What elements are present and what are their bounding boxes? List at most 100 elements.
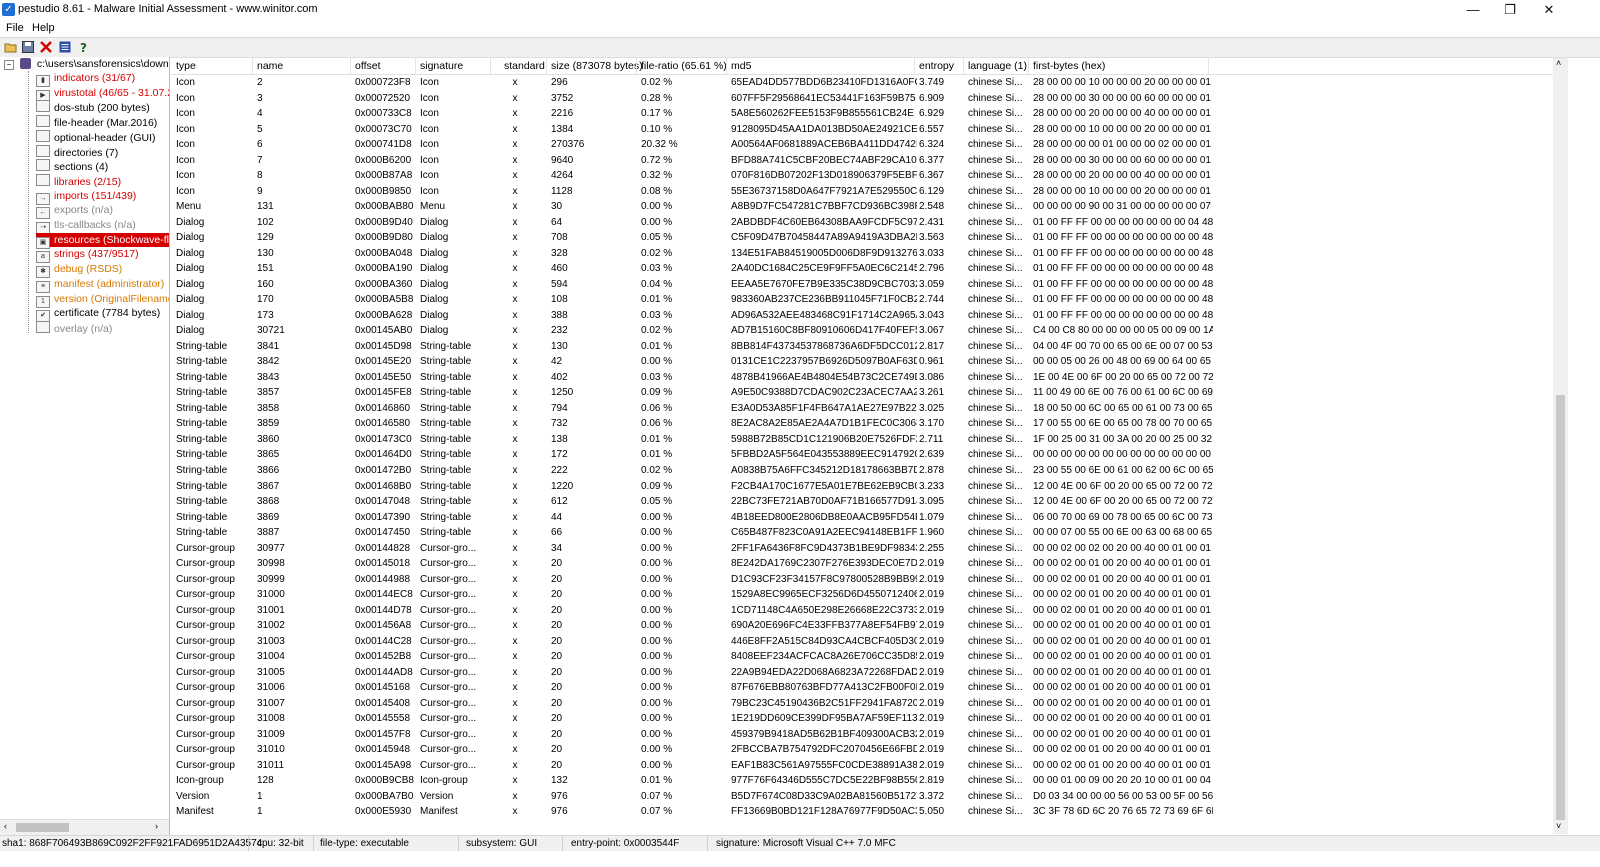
collapse-icon[interactable]: − — [4, 60, 14, 70]
scroll-thumb[interactable] — [1556, 395, 1565, 820]
table-row[interactable]: Cursor-group 31002 0x001456A8 Cursor-gro...… — [171, 619, 1553, 635]
menu-help[interactable]: Help — [32, 22, 55, 34]
table-row[interactable]: Icon 8 0x000B87A8 Icon x 4264 0.32 % 070F816DB0… — [171, 169, 1553, 185]
table-row[interactable]: String-table 3843 0x00145E50 String-table x 4… — [171, 371, 1553, 387]
table-row[interactable]: Dialog 151 0x000BA190 Dialog x 460 0.03 % 2A40D… — [171, 262, 1553, 278]
table-row[interactable]: Manifest 1 0x000E5930 Manifest x 976 0.07 % FF1… — [171, 805, 1553, 821]
column-header[interactable]: file-ratio (65.61 %) — [641, 60, 727, 72]
scroll-up-icon[interactable]: ˄ — [1556, 58, 1561, 68]
tree-item[interactable]: → imports (151/439) — [36, 189, 136, 205]
table-row[interactable]: String-table 3857 0x00145FE8 String-table x 1… — [171, 386, 1553, 402]
column-divider[interactable] — [963, 58, 964, 74]
table-vertical-scrollbar[interactable]: ˄ ˅ — [1553, 58, 1568, 834]
table-row[interactable]: String-table 3867 0x001468B0 String-table x 1… — [171, 480, 1553, 496]
table-row[interactable]: String-table 3860 0x001473C0 String-table x 1… — [171, 433, 1553, 449]
table-row[interactable]: Icon 9 0x000B9850 Icon x 1128 0.08 % 55E3673715… — [171, 185, 1553, 201]
table-row[interactable]: Cursor-group 31000 0x00144EC8 Cursor-gro...… — [171, 588, 1553, 604]
tree-item[interactable]: ✔ certificate (7784 bytes) — [36, 306, 160, 323]
table-row[interactable]: Dialog 173 0x000BA628 Dialog x 388 0.03 % AD96A… — [171, 309, 1553, 325]
column-header[interactable]: signature — [420, 60, 463, 72]
table-row[interactable]: Icon 4 0x000733C8 Icon x 2216 0.17 % 5A8E560262… — [171, 107, 1553, 123]
table-row[interactable]: String-table 3887 0x00147450 String-table x 6… — [171, 526, 1553, 542]
column-header[interactable]: offset — [355, 60, 381, 72]
table-row[interactable]: Cursor-group 31011 0x00145A98 Cursor-gro...… — [171, 759, 1553, 775]
tree-item[interactable]: ← exports (n/a) — [36, 203, 113, 220]
tree-item[interactable]: ⇢ tls-callbacks (n/a) — [36, 218, 136, 234]
table-row[interactable]: Cursor-group 30998 0x00145018 Cursor-gro...… — [171, 557, 1553, 573]
table-row[interactable]: String-table 3866 0x001472B0 String-table x 2… — [171, 464, 1553, 480]
column-header[interactable]: first-bytes (hex) — [1033, 60, 1105, 72]
tree-item[interactable]: optional-header (GUI) — [36, 129, 156, 144]
tree-item[interactable]: directories (7) — [36, 144, 118, 159]
table-row[interactable]: Cursor-group 31007 0x00145408 Cursor-gro...… — [171, 697, 1553, 713]
tree-item[interactable]: ✱ debug (RSDS) — [36, 262, 122, 279]
table-row[interactable]: Cursor-group 31004 0x001452B8 Cursor-gro...… — [171, 650, 1553, 666]
column-header[interactable]: entropy — [919, 60, 954, 72]
tree-item[interactable]: dos-stub (200 bytes) — [36, 100, 150, 114]
table-row[interactable]: Cursor-group 31003 0x00144C28 Cursor-gro...… — [171, 635, 1553, 651]
tree-item[interactable]: ▶ virustotal (46/65 - 31.07.20 — [36, 86, 169, 102]
scroll-down-icon[interactable]: ˅ — [1556, 821, 1561, 831]
table-row[interactable]: Cursor-group 31001 0x00144D78 Cursor-gro...… — [171, 604, 1553, 620]
table-row[interactable]: Dialog 160 0x000BA360 Dialog x 594 0.04 % EEAA5… — [171, 278, 1553, 294]
tree-item[interactable]: overlay (n/a) — [36, 320, 112, 335]
table-row[interactable]: Icon 2 0x000723F8 Icon x 296 0.02 % 65EAD4DD577… — [171, 76, 1553, 92]
tree-horizontal-scrollbar[interactable]: ‹ › — [0, 819, 169, 835]
table-row[interactable]: Dialog 130 0x000BA048 Dialog x 328 0.02 % 134E5… — [171, 247, 1553, 263]
close-button[interactable]: ✕ — [1526, 0, 1572, 20]
column-divider[interactable] — [1208, 58, 1209, 74]
tree-item[interactable]: a strings (437/9517) — [36, 247, 139, 264]
tree-item[interactable]: ▮ indicators (31/67) — [36, 71, 135, 87]
scroll-right-icon[interactable]: › — [155, 821, 158, 831]
open-icon[interactable] — [4, 40, 18, 54]
table-row[interactable]: String-table 3858 0x00146860 String-table x 7… — [171, 402, 1553, 418]
column-divider[interactable] — [914, 58, 915, 74]
table-row[interactable]: String-table 3841 0x00145D98 String-table x 1… — [171, 340, 1553, 356]
table-row[interactable]: Dialog 30721 0x00145AB0 Dialog x 232 0.02 % AD7… — [171, 324, 1553, 340]
table-row[interactable]: Icon 6 0x000741D8 Icon x 270376 20.32 % A00564A… — [171, 138, 1553, 154]
table-row[interactable]: String-table 3859 0x00146580 String-table x 7… — [171, 417, 1553, 433]
table-row[interactable]: Cursor-group 31005 0x00144AD8 Cursor-gro...… — [171, 666, 1553, 682]
column-divider[interactable] — [1028, 58, 1029, 74]
table-row[interactable]: Cursor-group 31006 0x00145168 Cursor-gro...… — [171, 681, 1553, 697]
help-icon[interactable]: ? — [77, 40, 91, 54]
delete-icon[interactable] — [39, 40, 53, 54]
column-header[interactable]: name — [257, 60, 283, 72]
table-row[interactable]: Cursor-group 31008 0x00145558 Cursor-gro...… — [171, 712, 1553, 728]
tree-item[interactable]: file-header (Mar.2016) — [36, 115, 157, 129]
table-row[interactable]: String-table 3869 0x00147390 String-table x 4… — [171, 511, 1553, 527]
save-icon[interactable] — [21, 40, 35, 54]
column-header[interactable]: standard — [504, 60, 545, 72]
tree-item[interactable]: ▣ resources (Shockwave-flas — [36, 232, 169, 249]
table-row[interactable]: Cursor-group 30977 0x00144828 Cursor-gro...… — [171, 542, 1553, 558]
table-row[interactable]: Icon 7 0x000B6200 Icon x 9640 0.72 % BFD88A741C… — [171, 154, 1553, 170]
column-divider[interactable] — [350, 58, 351, 74]
column-divider[interactable] — [252, 58, 253, 74]
table-row[interactable]: Menu 131 0x000BAB80 Menu x 30 0.00 % A8B9D7FC54… — [171, 200, 1553, 216]
tree-root[interactable]: − c:\users\sansforensics\downlo — [4, 58, 169, 70]
table-row[interactable]: Cursor-group 30999 0x00144988 Cursor-gro...… — [171, 573, 1553, 589]
table-row[interactable]: Cursor-group 31010 0x00145948 Cursor-gro...… — [171, 743, 1553, 759]
table-row[interactable]: Icon-group 128 0x000B9CB8 Icon-group x 132 0.0… — [171, 774, 1553, 790]
column-header[interactable]: language (1) — [968, 60, 1027, 72]
menu-file[interactable]: File — [6, 22, 24, 34]
table-row[interactable]: String-table 3842 0x00145E20 String-table x 4… — [171, 355, 1553, 371]
table-row[interactable]: String-table 3865 0x001464D0 String-table x 1… — [171, 448, 1553, 464]
column-divider[interactable] — [490, 58, 491, 74]
table-row[interactable]: Dialog 129 0x000B9D80 Dialog x 708 0.05 % C5F09… — [171, 231, 1553, 247]
table-row[interactable]: Version 1 0x000BA7B0 Version x 976 0.07 % B5D7F… — [171, 790, 1553, 806]
column-divider[interactable] — [415, 58, 416, 74]
tree-item[interactable]: 1 version (OriginalFilename) — [36, 292, 169, 308]
table-row[interactable]: Cursor-group 31009 0x001457F8 Cursor-gro...… — [171, 728, 1553, 744]
column-header[interactable]: type — [176, 60, 196, 72]
table-row[interactable]: Dialog 170 0x000BA5B8 Dialog x 108 0.01 % 98336… — [171, 293, 1553, 309]
column-divider[interactable] — [636, 58, 637, 74]
table-row[interactable]: Icon 3 0x00072520 Icon x 3752 0.28 % 607FF5F295… — [171, 92, 1553, 108]
table-row[interactable]: String-table 3868 0x00147048 String-table x 6… — [171, 495, 1553, 511]
tree-item[interactable]: sections (4) — [36, 159, 108, 173]
column-header[interactable]: md5 — [731, 60, 751, 72]
column-divider[interactable] — [546, 58, 547, 74]
scroll-left-icon[interactable]: ‹ — [4, 821, 7, 831]
tree-item[interactable]: libraries (2/15) — [36, 173, 121, 188]
scroll-thumb[interactable] — [16, 823, 69, 832]
